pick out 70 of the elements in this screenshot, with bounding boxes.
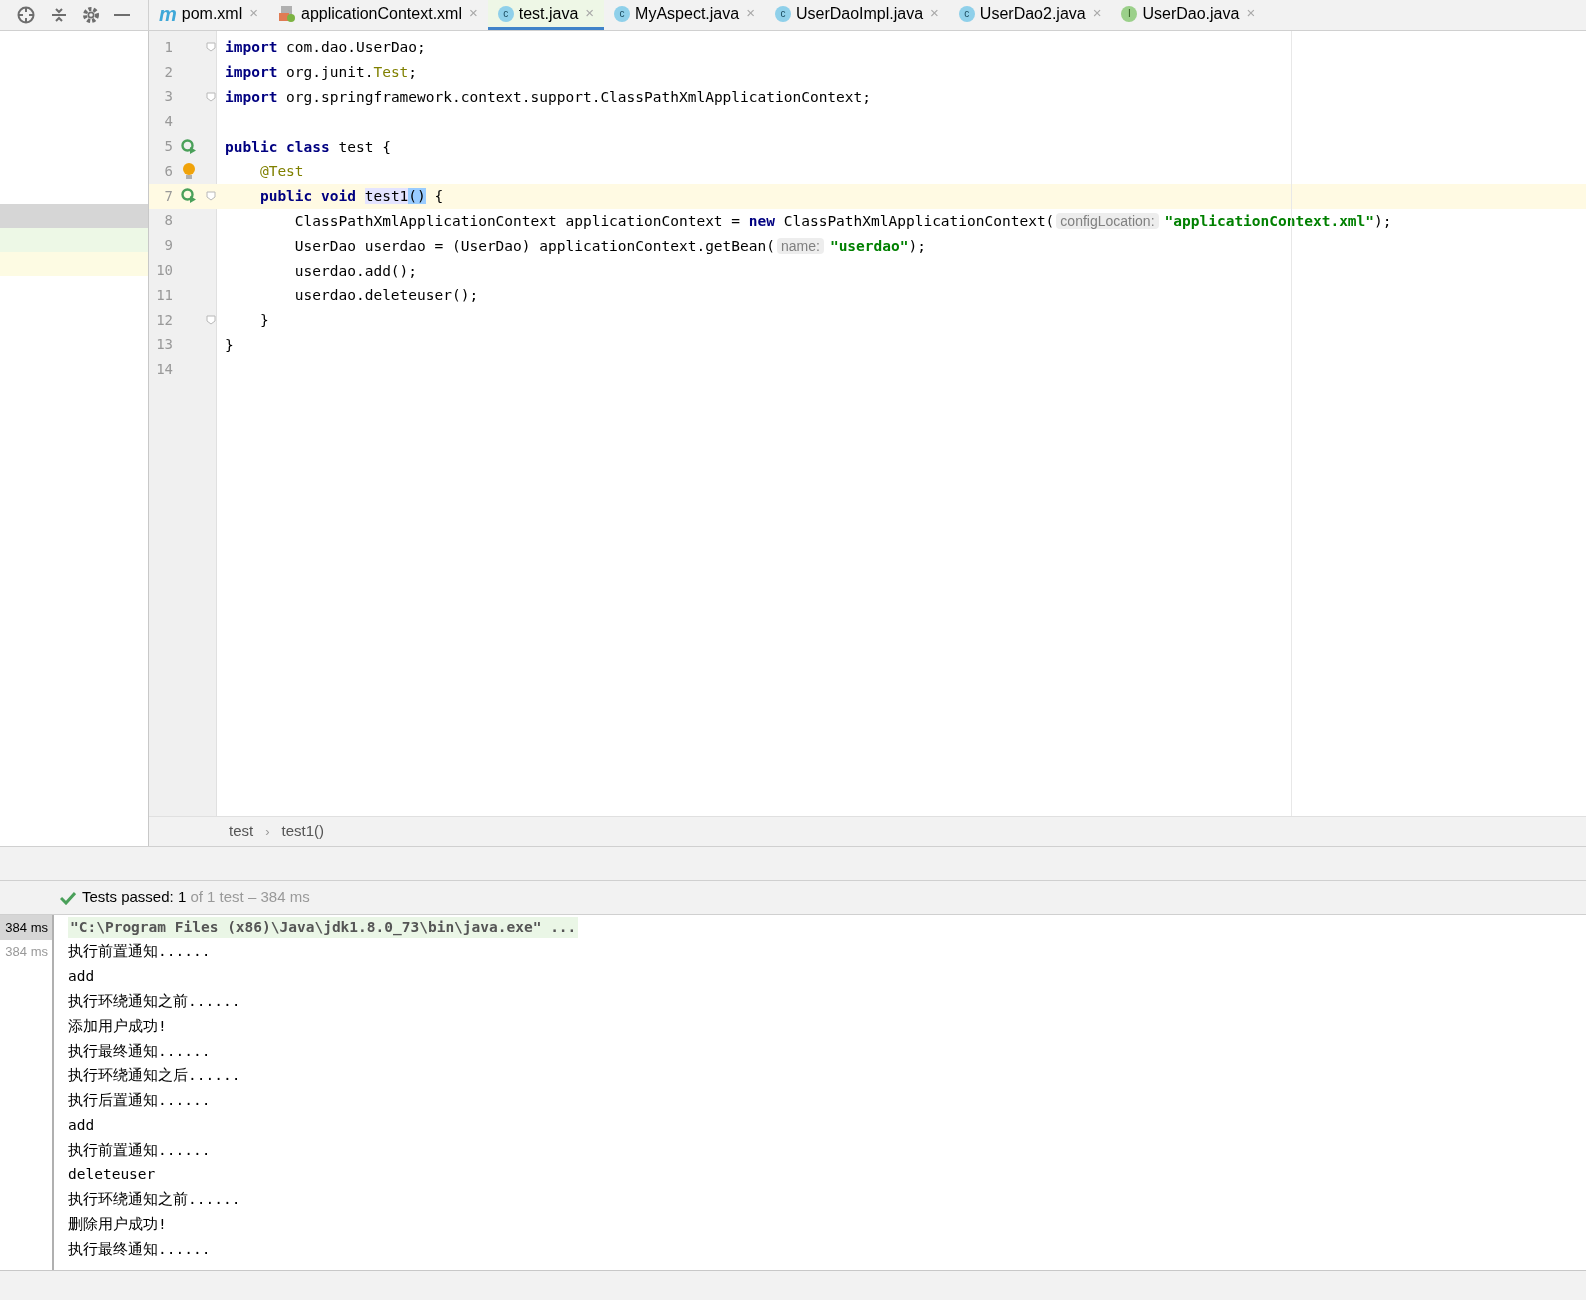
timing-label[interactable]: 384 ms <box>0 915 52 940</box>
line-number: 10 <box>155 261 173 281</box>
minimize-icon[interactable] <box>114 13 130 17</box>
class-icon: c <box>774 5 791 22</box>
run-icon[interactable] <box>181 138 197 155</box>
editor-tab[interactable]: c test.java × <box>487 0 605 30</box>
code-line: ClassPathXmlApplicationContext applicationContext = new ClassPathXmlApplicationContext( configLocation: "applicationContext.xml"); <box>293 211 1392 231</box>
editor-tab[interactable]: applicationContext.xml × <box>268 0 488 30</box>
code-line: UserDao userdao = (UserDao) applicationContext.getBean( name: "userdao"); <box>293 236 926 256</box>
code-line: import org.junit.Test; <box>224 63 418 83</box>
line-number: 7 <box>163 186 173 206</box>
console-output: 执行环绕通知之前...... <box>68 1190 241 1210</box>
class-icon: c <box>958 5 975 22</box>
code-line: } <box>258 311 269 331</box>
code-line: @Test <box>258 162 304 182</box>
lightbulb-icon[interactable] <box>182 162 196 181</box>
console-output: 执行前置通知...... <box>68 1140 211 1160</box>
line-number: 8 <box>163 211 173 231</box>
line-number: 13 <box>155 335 173 355</box>
chevron-icon: › <box>265 821 270 842</box>
code-line: public void test1() { <box>258 187 444 207</box>
console-output: 添加用户成功! <box>68 1016 167 1036</box>
line-number: 1 <box>163 37 173 57</box>
line-number: 12 <box>155 310 173 330</box>
code-line: import com.dao.UserDao; <box>224 38 426 58</box>
editor-tab[interactable]: c UserDao2.java × <box>948 0 1112 30</box>
fold-icon[interactable] <box>206 42 216 53</box>
breadcrumb[interactable]: test <box>229 820 254 843</box>
check-icon <box>60 890 76 905</box>
editor-tab[interactable]: I UserDao.java × <box>1111 0 1266 30</box>
editor-tab[interactable]: m pom.xml × <box>149 0 268 30</box>
fold-icon[interactable] <box>206 315 216 326</box>
console-output: 执行最终通知...... <box>68 1041 211 1061</box>
line-number: 11 <box>155 285 173 305</box>
console-output: 执行最终通知...... <box>68 1239 211 1259</box>
line-number: 6 <box>163 161 173 181</box>
line-number: 5 <box>163 137 173 157</box>
code-line: userdao.deleteuser(); <box>293 286 479 306</box>
code-line: import org.springframework.context.support.ClassPathXmlApplicationContext; <box>224 88 871 107</box>
fold-icon[interactable] <box>206 92 216 102</box>
collapse-icon[interactable] <box>50 6 68 24</box>
maven-icon: m <box>159 3 177 24</box>
line-number: 14 <box>155 360 173 380</box>
class-icon: c <box>614 5 631 22</box>
console-output: 执行后置通知...... <box>68 1091 211 1111</box>
interface-icon: I <box>1121 5 1138 22</box>
line-number: 9 <box>163 236 173 256</box>
code-line: } <box>224 335 234 355</box>
editor-tab[interactable]: c UserDaoImpl.java × <box>764 0 949 30</box>
line-number: 4 <box>163 112 173 132</box>
breadcrumb[interactable]: test1() <box>281 820 325 843</box>
console-output: add <box>68 1115 95 1135</box>
crosshair-icon[interactable] <box>16 5 36 25</box>
settings-icon[interactable] <box>82 6 100 24</box>
fold-icon[interactable] <box>206 191 216 202</box>
console-output: add <box>68 967 95 987</box>
console-output: 删除用户成功! <box>68 1215 167 1235</box>
line-number: 3 <box>163 87 173 107</box>
class-icon: c <box>497 5 514 22</box>
console-output: 执行环绕通知之前...... <box>68 991 241 1011</box>
code-line: userdao.add(); <box>293 261 418 281</box>
console-output: 执行前置通知...... <box>68 942 211 962</box>
test-status-text: Tests passed: 1 of 1 test – 384 ms <box>82 887 310 908</box>
line-number: 2 <box>163 62 173 82</box>
xml-file-icon <box>278 4 296 23</box>
run-icon[interactable] <box>181 188 197 205</box>
console-output: deleteuser <box>68 1165 156 1185</box>
console-output: 执行环绕通知之后...... <box>68 1066 241 1086</box>
code-line: public class test { <box>224 137 391 157</box>
editor-tab[interactable]: c MyAspect.java × <box>604 0 765 30</box>
